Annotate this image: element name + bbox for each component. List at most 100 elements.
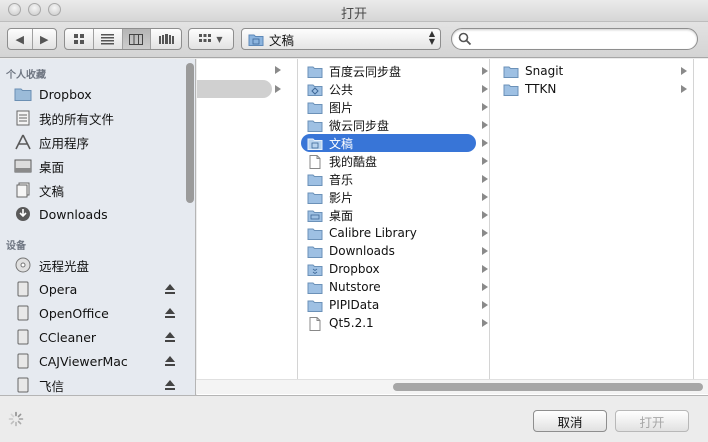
sidebar-item-label: Opera — [39, 281, 78, 297]
sidebar-item-desktop[interactable]: 桌面 — [13, 155, 64, 177]
list-item-pictures[interactable]: 图片 — [301, 98, 488, 116]
list-item-downloads[interactable]: Downloads — [301, 242, 488, 260]
drive-icon — [13, 305, 33, 321]
horizontal-scroll-thumb[interactable] — [393, 383, 703, 391]
disclosure-arrow-icon — [681, 67, 687, 75]
column-view-button[interactable] — [122, 29, 152, 49]
list-item-label: TTKN — [525, 82, 557, 96]
spinner-icon — [8, 411, 24, 427]
folder-icon — [307, 101, 323, 114]
sidebar-item-remote-disc[interactable]: 远程光盘 — [13, 254, 89, 276]
list-item-calibre[interactable]: Calibre Library — [301, 224, 488, 242]
list-item-label: 微云同步盘 — [329, 118, 390, 133]
drive-icon — [13, 353, 33, 369]
chevron-right-icon: ▶ — [40, 32, 49, 46]
sidebar-item-label: 我的所有文件 — [39, 111, 115, 127]
list-item-qt[interactable]: Qt5.2.1 — [301, 314, 488, 332]
disclosure-arrow-icon — [482, 265, 488, 273]
list-item-public[interactable]: 公共 — [301, 80, 488, 98]
back-button[interactable]: ◀ — [8, 29, 33, 49]
eject-icon[interactable] — [164, 283, 176, 295]
column-2: 百度云同步盘 公共 图片 微云同步盘 文稿 我的酷盘 音乐 影片 桌面 Cali… — [299, 59, 490, 380]
horizontal-scrollbar[interactable] — [196, 379, 708, 394]
list-item-ttkn[interactable]: TTKN — [503, 80, 687, 98]
list-item-music[interactable]: 音乐 — [301, 170, 488, 188]
disclosure-arrow-icon — [482, 121, 488, 129]
list-item-documents-selected[interactable]: 文稿 — [301, 134, 488, 152]
forward-button[interactable]: ▶ — [33, 29, 57, 49]
documents-folder-icon — [248, 34, 264, 46]
folder-icon — [503, 83, 519, 96]
back-forward-control: ◀ ▶ — [7, 28, 57, 50]
disclosure-arrow-icon — [482, 67, 488, 75]
cover-flow-button[interactable] — [151, 29, 181, 49]
sidebar-item-applications[interactable]: 应用程序 — [13, 131, 89, 153]
folder-icon — [307, 191, 323, 204]
disclosure-arrow-icon — [482, 229, 488, 237]
list-item-label: Nutstore — [329, 280, 381, 294]
location-popup[interactable]: 文稿 ▲ ▼ — [241, 28, 441, 50]
list-item-baidu-sync[interactable]: 百度云同步盘 — [301, 62, 488, 80]
folder-icon — [307, 119, 323, 132]
chevron-left-icon: ◀ — [15, 32, 24, 46]
disclosure-arrow-icon — [482, 301, 488, 309]
updown-arrows-icon: ▲ ▼ — [428, 29, 435, 46]
list-item-label: 文稿 — [329, 136, 354, 151]
column-view-icon — [129, 33, 144, 45]
list-item-nutstore[interactable]: Nutstore — [301, 278, 488, 296]
sidebar-item-openoffice[interactable]: OpenOffice — [13, 302, 109, 324]
list-item-movies[interactable]: 影片 — [301, 188, 488, 206]
list-item-dropbox[interactable]: Dropbox — [301, 260, 488, 278]
view-mode-control — [64, 28, 182, 50]
sidebar-scrollbar[interactable] — [186, 63, 194, 203]
folder-icon — [307, 227, 323, 240]
arrange-menu-button[interactable]: ▼ — [188, 28, 234, 50]
sidebar-item-ccleaner[interactable]: CCleaner — [13, 326, 96, 348]
eject-icon[interactable] — [164, 307, 176, 319]
sidebar-item-all-files[interactable]: 我的所有文件 — [13, 107, 114, 129]
list-item-label: Qt5.2.1 — [329, 316, 374, 330]
sidebar-item-label: Dropbox — [39, 86, 92, 102]
disclosure-arrow-icon — [275, 66, 281, 74]
list-item-label: 图片 — [329, 100, 354, 115]
drive-icon — [13, 281, 33, 297]
column-1-selected-row[interactable] — [197, 80, 272, 98]
search-input[interactable] — [476, 31, 691, 47]
icon-view-button[interactable] — [65, 29, 94, 49]
cancel-button[interactable]: 取消 — [533, 410, 607, 432]
sidebar-item-cajviewermac[interactable]: CAJViewerMac — [13, 350, 128, 372]
cover-flow-icon — [158, 33, 174, 44]
list-item-weiyun-sync[interactable]: 微云同步盘 — [301, 116, 488, 134]
list-item-pipidata[interactable]: PIPIData — [301, 296, 488, 314]
desktop-icon — [13, 158, 33, 174]
dialog-footer: 取消 打开 — [0, 395, 708, 442]
search-field[interactable] — [451, 28, 698, 50]
list-view-button[interactable] — [94, 29, 123, 49]
sidebar-item-documents[interactable]: 文稿 — [13, 179, 64, 201]
eject-icon[interactable] — [164, 355, 176, 367]
sidebar-item-fetion[interactable]: 飞信 — [13, 374, 64, 395]
list-item-snagit[interactable]: Snagit — [503, 62, 687, 80]
sidebar-item-downloads[interactable]: Downloads — [13, 203, 108, 225]
folder-icon — [307, 245, 323, 258]
column-1 — [197, 59, 298, 380]
folder-icon — [503, 65, 519, 78]
disclosure-arrow-icon — [681, 85, 687, 93]
sidebar-item-dropbox[interactable]: Dropbox — [13, 83, 92, 105]
drive-icon — [13, 377, 33, 393]
open-button[interactable]: 打开 — [615, 410, 689, 432]
title-bar: 打开 — [0, 0, 708, 22]
disclosure-arrow-icon — [482, 103, 488, 111]
disclosure-arrow-icon — [482, 247, 488, 255]
folder-icon — [307, 281, 323, 294]
eject-icon[interactable] — [164, 331, 176, 343]
folder-icon — [13, 86, 33, 102]
documents-folder-icon — [307, 137, 323, 150]
eject-icon[interactable] — [164, 379, 176, 391]
dropbox-folder-icon — [307, 263, 323, 276]
disclosure-arrow-icon — [482, 283, 488, 291]
list-item-desktop[interactable]: 桌面 — [301, 206, 488, 224]
sidebar-item-opera[interactable]: Opera — [13, 278, 77, 300]
list-item-kupan[interactable]: 我的酷盘 — [301, 152, 488, 170]
file-icon — [307, 316, 323, 331]
